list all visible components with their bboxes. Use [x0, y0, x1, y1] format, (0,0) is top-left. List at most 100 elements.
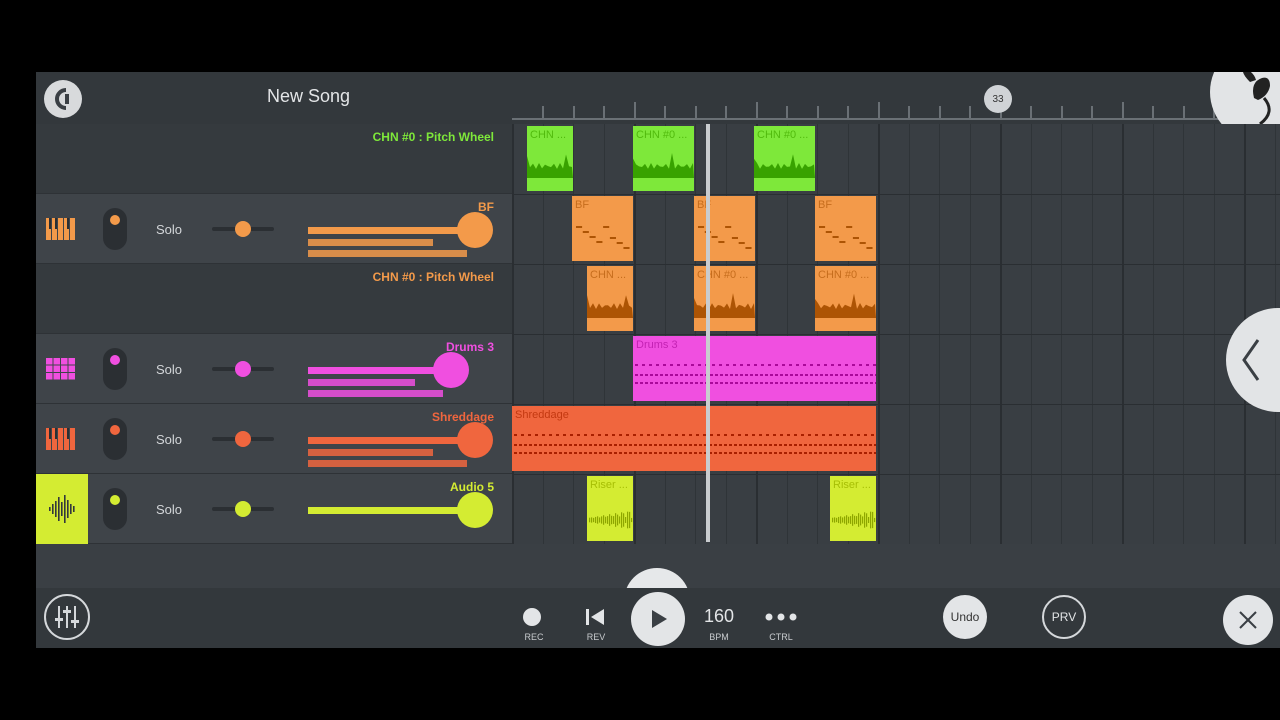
mute-led	[110, 425, 120, 435]
mute-toggle[interactable]	[103, 348, 127, 390]
ruler-tick	[664, 106, 666, 118]
play-button[interactable]	[631, 592, 685, 646]
ruler-tick	[633, 102, 636, 118]
bpm-label: BPM	[709, 632, 729, 642]
ruler-tick	[1091, 106, 1093, 118]
pattern-clip[interactable]: BF	[694, 196, 755, 261]
clip-label: CHN #0 ...	[636, 129, 688, 141]
chevron-left-icon	[1242, 339, 1260, 381]
pan-knob[interactable]	[235, 221, 251, 237]
ruler-tick	[1152, 106, 1154, 118]
volume-knob[interactable]	[432, 352, 469, 388]
top-bar: New Song 33	[36, 72, 1280, 142]
volume-knob[interactable]	[457, 212, 494, 248]
volume-level-bar	[308, 507, 476, 514]
track-row[interactable]: BF Solo	[36, 194, 512, 264]
clip-label: BF	[575, 199, 590, 211]
solo-button[interactable]: Solo	[156, 502, 182, 517]
grid-row-divider	[512, 404, 1280, 405]
drum-pad-icon[interactable]	[46, 358, 76, 380]
ruler-tick	[969, 106, 971, 118]
track-row[interactable]: Drums 3 Solo	[36, 334, 512, 404]
track-row[interactable]: CHN #0 : Pitch Wheel	[36, 264, 512, 334]
clip-label: CHN ...	[530, 129, 567, 141]
mute-led	[110, 215, 120, 225]
song-title[interactable]: New Song	[267, 86, 350, 107]
skip-back-icon[interactable]	[582, 604, 608, 630]
track-row[interactable]: Audio 5 Solo	[36, 474, 512, 544]
ruler-tick	[603, 106, 605, 118]
grid-row-divider	[512, 264, 1280, 265]
mute-toggle[interactable]	[103, 488, 127, 530]
record-dot-icon[interactable]	[523, 608, 541, 626]
volume-knob[interactable]	[457, 422, 494, 458]
pattern-clip[interactable]: CHN #0 ...	[815, 266, 876, 331]
more-dots-icon[interactable]	[764, 606, 798, 628]
mute-toggle[interactable]	[103, 208, 127, 250]
pattern-clip[interactable]: Riser ...	[587, 476, 633, 541]
close-icon	[1239, 611, 1257, 629]
play-icon	[652, 610, 667, 628]
pan-knob[interactable]	[235, 361, 251, 377]
ruler-tick	[1121, 102, 1124, 118]
fl-studio-window: New Song 33 CHN #0 : Pitch Wheel BF Solo CH…	[36, 72, 1280, 648]
pattern-clip[interactable]: CHN ...	[527, 126, 573, 191]
clip-label: Riser ...	[590, 479, 628, 491]
undo-button[interactable]: Undo	[943, 595, 987, 639]
track-row[interactable]: CHN #0 : Pitch Wheel	[36, 124, 512, 194]
waveform-icon[interactable]	[36, 474, 88, 544]
piano-keys-icon[interactable]	[46, 218, 76, 240]
grid-row-divider	[512, 474, 1280, 475]
ruler-tick	[1030, 106, 1032, 118]
pattern-clip[interactable]: CHN #0 ...	[694, 266, 755, 331]
ruler-tick	[786, 106, 788, 118]
clip-label: Riser ...	[833, 479, 871, 491]
volume-level-bar	[308, 367, 451, 374]
solo-button[interactable]: Solo	[156, 362, 182, 377]
bpm-value[interactable]: 160	[704, 606, 734, 627]
mixer-sliders-icon[interactable]	[44, 594, 90, 640]
volume-knob[interactable]	[457, 492, 494, 528]
collapse-panel-button[interactable]	[1226, 308, 1280, 412]
ruler-tick	[908, 106, 910, 118]
ruler-tick	[847, 106, 849, 118]
volume-level-bar	[308, 227, 476, 234]
track-name: Shreddage	[431, 410, 494, 424]
ruler-tick	[1060, 106, 1063, 118]
grid-row-divider	[512, 194, 1280, 195]
piano-keys-icon[interactable]	[46, 428, 76, 450]
rev-label: REV	[586, 632, 606, 642]
close-button[interactable]	[1223, 595, 1273, 645]
pattern-clip[interactable]: CHN #0 ...	[633, 126, 694, 191]
ruler-tick	[694, 106, 697, 118]
mute-led	[110, 355, 120, 365]
volume-level-bar	[308, 449, 434, 456]
pattern-clip[interactable]: CHN ...	[587, 266, 633, 331]
prv-button[interactable]: PRV	[1042, 595, 1086, 639]
bar-position-marker[interactable]: 33	[984, 85, 1012, 113]
volume-level-bar	[308, 460, 467, 467]
pattern-clip[interactable]: Shreddage	[512, 406, 876, 471]
ruler-tick	[816, 106, 819, 118]
track-row[interactable]: Shreddage Solo	[36, 404, 512, 474]
timeline-ruler[interactable]	[512, 72, 1280, 124]
pattern-clip[interactable]: BF	[815, 196, 876, 261]
pattern-clip[interactable]: BF	[572, 196, 633, 261]
playhead[interactable]	[706, 124, 710, 542]
solo-button[interactable]: Solo	[156, 432, 182, 447]
pattern-clip[interactable]: CHN #0 ...	[754, 126, 815, 191]
mute-toggle[interactable]	[103, 418, 127, 460]
pattern-clip[interactable]: Riser ...	[830, 476, 876, 541]
pan-knob[interactable]	[235, 501, 251, 517]
volume-level-bar	[308, 239, 434, 246]
fl-mobile-logo-icon[interactable]	[44, 80, 82, 118]
ctrl-label: CTRL	[769, 632, 793, 642]
solo-button[interactable]: Solo	[156, 222, 182, 237]
pan-knob[interactable]	[235, 431, 251, 447]
playlist-grid[interactable]: CHN ... CHN #0 ... CHN #0 ... BF BF BF CHN ...…	[512, 124, 1280, 544]
clip-label: CHN #0 ...	[757, 129, 809, 141]
pattern-clip[interactable]: Drums 3	[633, 336, 876, 401]
volume-level-bar	[308, 250, 467, 257]
track-name: CHN #0 : Pitch Wheel	[372, 270, 494, 284]
clip-label: BF	[818, 199, 833, 211]
